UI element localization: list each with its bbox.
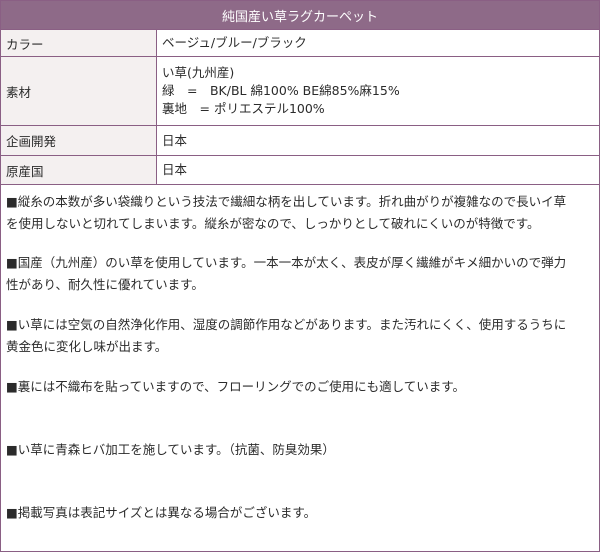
spec-value: 日本	[156, 155, 599, 185]
note-line: ■国産（九州産）のい草を使用しています。一本一本が太く、表皮が厚く繊維がキメ細か…	[6, 255, 567, 270]
page-title: 純国産い草ラグカーペット	[1, 1, 599, 30]
spec-value: ベージュ/ブルー/ブラック	[156, 30, 599, 57]
spec-label: 企画開発	[1, 125, 157, 156]
note-line: 黄金色に変化し味が出ます。	[6, 339, 168, 354]
note-line: 性があり、耐久性に優れています。	[6, 277, 204, 292]
note-photo-disclaimer: ■掲載写真は表記サイズとは異なる場合がございます。	[6, 502, 593, 524]
spec-table: カラー ベージュ/ブルー/ブラック 素材 い草(九州産) 緑 = BK/BL 綿…	[1, 30, 599, 185]
spec-label: 素材	[1, 56, 157, 126]
spec-value: い草(九州産) 緑 = BK/BL 綿100% BE綿85%麻15% 裏地 = …	[156, 56, 599, 126]
note-purification: ■い草には空気の自然浄化作用、湿度の調節作用などがあります。また汚れにくく、使用…	[6, 314, 593, 358]
note-weaving: ■縦糸の本数が多い袋織りという技法で繊細な柄を出しています。折れ曲がりが複雑なの…	[6, 191, 593, 235]
note-line: ■い草に青森ヒバ加工を施しています。（抗菌、防臭効果）	[6, 442, 335, 457]
spec-label: カラー	[1, 30, 157, 57]
note-line: ■縦糸の本数が多い袋織りという技法で繊細な柄を出しています。折れ曲がりが複雑なの…	[6, 194, 567, 209]
note-backing: ■裏には不織布を貼っていますので、フローリングでのご使用にも適しています。	[6, 376, 593, 398]
note-domestic-rush: ■国産（九州産）のい草を使用しています。一本一本が太く、表皮が厚く繊維がキメ細か…	[6, 252, 593, 296]
spec-value-line: 緑 = BK/BL 綿100% BE綿85%麻15%	[162, 83, 400, 98]
spec-row-origin: 原産国 日本	[1, 155, 599, 185]
spec-row-planning: 企画開発 日本	[1, 125, 599, 156]
note-line: ■裏には不織布を貼っていますので、フローリングでのご使用にも適しています。	[6, 379, 466, 394]
note-line: ■掲載写真は表記サイズとは異なる場合がございます。	[6, 505, 317, 520]
note-line: を使用しないと切れてしまいます。縦糸が密なので、しっかりとして破れにくいのが特徴…	[6, 216, 540, 231]
notes-section: ■縦糸の本数が多い袋織りという技法で繊細な柄を出しています。折れ曲がりが複雑なの…	[1, 185, 599, 524]
product-spec-frame: 純国産い草ラグカーペット カラー ベージュ/ブルー/ブラック 素材 い草(九州産…	[0, 0, 600, 552]
note-hiba-treatment: ■い草に青森ヒバ加工を施しています。（抗菌、防臭効果）	[6, 439, 593, 461]
spec-value-line: 裏地 = ポリエステル100%	[162, 101, 325, 116]
spec-row-color: カラー ベージュ/ブルー/ブラック	[1, 30, 599, 57]
spec-label: 原産国	[1, 155, 157, 185]
spec-value-line: ベージュ/ブルー/ブラック	[162, 35, 307, 50]
note-line: ■い草には空気の自然浄化作用、湿度の調節作用などがあります。また汚れにくく、使用…	[6, 317, 567, 332]
spec-value-line: い草(九州産)	[162, 65, 235, 80]
spec-value-line: 日本	[162, 132, 188, 148]
spec-row-material: 素材 い草(九州産) 緑 = BK/BL 綿100% BE綿85%麻15% 裏地…	[1, 56, 599, 126]
spec-value-line: 日本	[162, 162, 188, 177]
spec-value: 日本	[156, 125, 599, 156]
